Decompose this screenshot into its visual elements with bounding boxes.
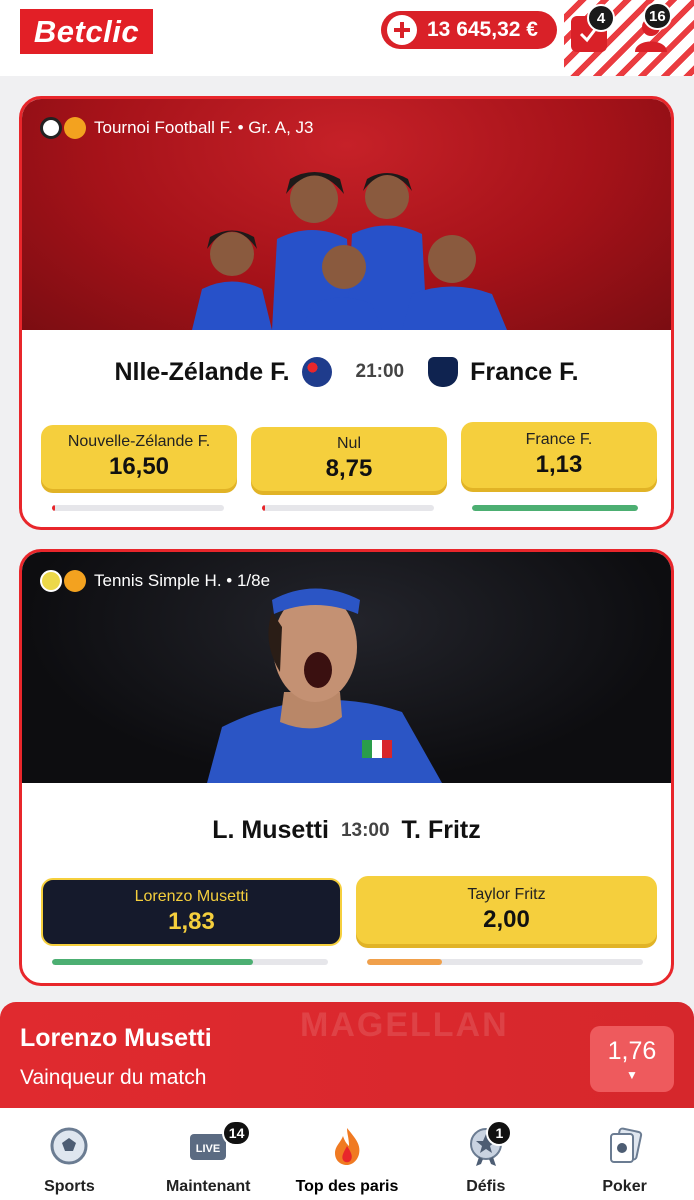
match-time: 21:00 [355, 361, 405, 382]
odds-share-fill [367, 959, 442, 965]
odd-label: Taylor Fritz [467, 886, 546, 903]
bet-slip-selection: Lorenzo Musetti [20, 1024, 212, 1052]
odd-label: Lorenzo Musetti [134, 888, 249, 905]
odds-share-fill [52, 959, 254, 965]
poker-cards-icon [609, 1127, 642, 1163]
odd-button-home[interactable]: Nouvelle-Zélande F. 16,50 [41, 425, 237, 489]
add-funds-icon [387, 15, 417, 45]
france-crest-icon [428, 357, 459, 387]
bet-slip-bar[interactable]: MAGELLAN Lorenzo Musetti Vainqueur du ma… [0, 1002, 694, 1112]
football-icon [40, 117, 62, 139]
odd-value: 8,75 [325, 455, 373, 482]
match-time: 13:00 [340, 819, 390, 841]
odds-share-bar-home [52, 505, 224, 511]
bet-slip-background-text: MAGELLAN [300, 1006, 509, 1044]
nav-item-live[interactable]: LIVE Maintenant 14 [139, 1108, 278, 1200]
odd-button-draw[interactable]: Nul 8,75 [251, 427, 447, 491]
odd-value: 16,50 [108, 453, 170, 480]
event-card-tennis[interactable]: Tennis Simple H. • 1/8e L. Musetti 13:00… [19, 549, 674, 986]
flame-icon [334, 1128, 360, 1165]
nav-item-poker[interactable]: Poker [555, 1108, 694, 1200]
odd-label: Nul [336, 435, 361, 452]
nav-label: Défis [466, 1178, 506, 1195]
odds-share-bar-home [52, 959, 328, 965]
away-player: T. Fritz [401, 816, 481, 844]
odds-share-fill [52, 505, 56, 511]
betclic-logo[interactable]: Betclic [20, 9, 153, 54]
odd-value: 1,13 [535, 451, 583, 478]
event-hero-image: Tournoi Football F. • Gr. A, J3 [22, 99, 671, 330]
app-header: Betclic 13 645,32 € 4 16 [0, 0, 694, 76]
odd-label: Nouvelle-Zélande F. [67, 433, 211, 450]
odd-label: France F. [525, 431, 593, 448]
svg-text:LIVE: LIVE [196, 1143, 220, 1155]
nav-item-top-bets[interactable]: Top des paris [278, 1108, 417, 1200]
nav-label: Sports [44, 1178, 95, 1195]
odds-share-fill [262, 505, 266, 511]
new-zealand-flag-icon [301, 357, 332, 387]
nav-label: Top des paris [295, 1178, 399, 1195]
competition-label: Tennis Simple H. • 1/8e [94, 571, 271, 590]
event-card-football[interactable]: Tournoi Football F. • Gr. A, J3 Nlle-Zél… [19, 96, 674, 530]
nav-item-sports[interactable]: Sports [0, 1108, 139, 1200]
bet-slip-odd: 1,76 [607, 1036, 657, 1065]
home-team: Nlle-Zélande F. [114, 357, 290, 386]
flame-icon [64, 570, 86, 592]
nav-item-challenges[interactable]: Défis 1 [416, 1108, 555, 1200]
tennis-ball-icon [40, 570, 62, 592]
odd-value: 1,83 [168, 908, 215, 935]
odd-button-home-selected[interactable]: Lorenzo Musetti 1,83 [41, 878, 342, 946]
live-count-badge: 14 [221, 1120, 252, 1146]
chevron-down-icon: ▼ [626, 1067, 638, 1082]
competition-tag: Tournoi Football F. • Gr. A, J3 [40, 117, 314, 139]
flame-icon [64, 117, 86, 139]
competition-label: Tournoi Football F. • Gr. A, J3 [94, 118, 314, 137]
odds-share-bar-draw [262, 505, 434, 511]
match-teams: Nlle-Zélande F. 21:00 France F. [22, 357, 671, 387]
nav-label: Poker [602, 1178, 647, 1195]
balance-amount: 13 645,32 € [427, 18, 538, 41]
odd-button-away[interactable]: Taylor Fritz 2,00 [356, 876, 657, 944]
soccer-ball-icon [50, 1127, 88, 1165]
odd-value: 2,00 [483, 906, 530, 933]
balance-button[interactable]: 13 645,32 € [381, 11, 557, 49]
bottom-navigation: Sports LIVE Maintenant 14 Top des paris … [0, 1108, 694, 1200]
odd-button-away[interactable]: France F. 1,13 [461, 422, 657, 488]
odds-share-bar-away [472, 505, 638, 511]
competition-tag: Tennis Simple H. • 1/8e [40, 570, 270, 592]
notifications-badge: 16 [643, 2, 672, 30]
away-team: France F. [470, 357, 579, 386]
my-bets-badge: 4 [587, 4, 615, 32]
nav-label: Maintenant [165, 1178, 251, 1195]
event-hero-image: Tennis Simple H. • 1/8e [22, 552, 671, 783]
odds-share-fill [472, 505, 638, 511]
odds-share-bar-away [367, 959, 643, 965]
bet-slip-market: Vainqueur du match [20, 1066, 207, 1089]
match-teams: L. Musetti 13:00 T. Fritz [22, 816, 671, 845]
home-player: L. Musetti [212, 816, 329, 844]
challenges-count-badge: 1 [486, 1120, 513, 1146]
bet-slip-odd-button[interactable]: 1,76 ▼ [590, 1026, 674, 1092]
